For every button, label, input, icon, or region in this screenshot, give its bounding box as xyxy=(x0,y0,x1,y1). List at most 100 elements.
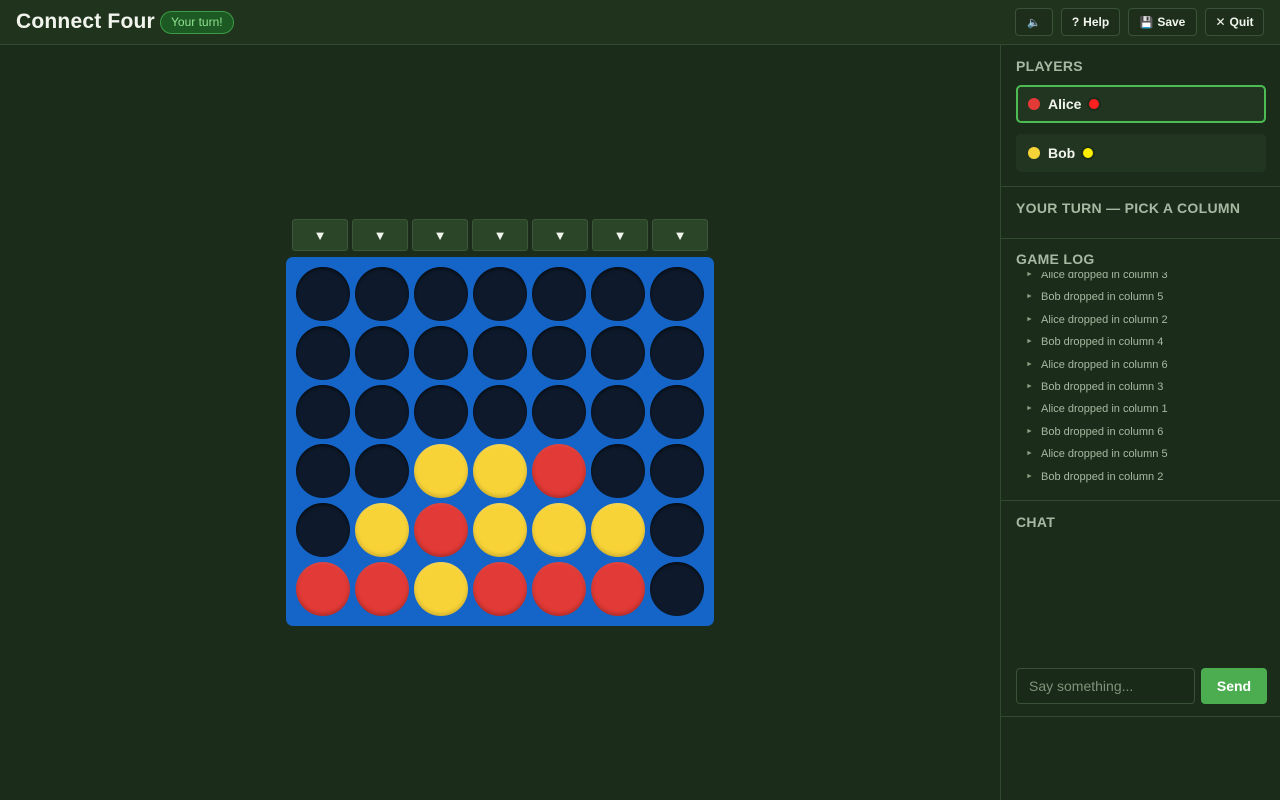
empty-slot xyxy=(591,267,645,321)
yellow-disc xyxy=(591,503,645,557)
log-entry-text: Alice dropped in column 6 xyxy=(1041,358,1168,371)
red-disc xyxy=(296,562,350,616)
app-title: Connect Four xyxy=(16,10,155,33)
yellow-disc xyxy=(532,503,586,557)
red-disc xyxy=(532,562,586,616)
close-icon: ✕ xyxy=(1215,15,1226,29)
red-disc xyxy=(532,444,586,498)
empty-slot xyxy=(473,267,527,321)
empty-slot xyxy=(650,326,704,380)
log-entry-text: Bob dropped in column 3 xyxy=(1041,380,1164,393)
quit-label: Quit xyxy=(1229,15,1254,29)
player-disc-icon xyxy=(1081,146,1096,160)
empty-slot xyxy=(414,326,468,380)
drop-column-7-button[interactable]: ▼ xyxy=(652,219,708,251)
log-entry-text: Bob dropped in column 5 xyxy=(1041,291,1164,304)
empty-slot xyxy=(532,326,586,380)
player-card-bob: Bob xyxy=(1016,134,1266,172)
log-entry: ► Bob dropped in column 3 xyxy=(1016,376,1266,398)
yellow-disc xyxy=(473,444,527,498)
empty-slot xyxy=(591,444,645,498)
help-label: Help xyxy=(1083,15,1110,29)
down-arrow-icon: ▼ xyxy=(373,227,387,243)
drop-column-4-button[interactable]: ▼ xyxy=(472,219,528,251)
down-arrow-icon: ▼ xyxy=(493,227,507,243)
chat-input[interactable] xyxy=(1016,668,1195,704)
top-bar: Connect Four Your turn! 🔈 ? Help 💾 Save … xyxy=(0,0,1280,45)
player-card-alice: Alice xyxy=(1016,85,1266,123)
send-button[interactable]: Send xyxy=(1201,668,1267,704)
log-entry: ► Alice dropped in column 5 xyxy=(1016,443,1266,465)
yellow-disc xyxy=(355,503,409,557)
drop-column-1-button[interactable]: ▼ xyxy=(292,219,348,251)
game-board xyxy=(286,257,714,626)
log-entry: ► Bob dropped in column 4 xyxy=(1016,331,1266,353)
save-label: Save xyxy=(1157,15,1186,29)
drop-column-5-button[interactable]: ▼ xyxy=(532,219,588,251)
down-arrow-icon: ▼ xyxy=(553,227,567,243)
bullet-icon: ► xyxy=(1026,405,1033,413)
players-title: PLAYERS xyxy=(1016,58,1083,74)
help-button[interactable]: ? Help xyxy=(1061,8,1120,36)
red-disc xyxy=(414,503,468,557)
empty-slot xyxy=(473,385,527,439)
red-disc xyxy=(355,562,409,616)
empty-slot xyxy=(296,267,350,321)
log-entry: ► Bob dropped in column 5 xyxy=(1016,286,1266,308)
log-entry: ► Bob dropped in column 2 xyxy=(1016,466,1266,488)
game-log-list: ► Alice dropped in column 3 ► Bob dropped i… xyxy=(1016,272,1266,488)
player-name: Bob xyxy=(1048,145,1076,161)
empty-slot xyxy=(355,267,409,321)
empty-slot xyxy=(532,385,586,439)
divider xyxy=(1001,500,1280,501)
log-entry-text: Bob dropped in column 2 xyxy=(1041,470,1164,483)
save-button[interactable]: 💾 Save xyxy=(1128,8,1197,36)
drop-column-2-button[interactable]: ▼ xyxy=(352,219,408,251)
bullet-icon: ► xyxy=(1026,382,1033,390)
empty-slot xyxy=(355,385,409,439)
red-disc xyxy=(473,562,527,616)
empty-slot xyxy=(591,326,645,380)
empty-slot xyxy=(650,385,704,439)
bullet-icon: ► xyxy=(1026,360,1033,368)
empty-slot xyxy=(414,267,468,321)
turn-status: YOUR TURN — PICK A COLUMN xyxy=(1016,200,1241,216)
down-arrow-icon: ▼ xyxy=(433,227,447,243)
log-entry: ► Alice dropped in column 1 xyxy=(1016,398,1266,420)
empty-slot xyxy=(650,444,704,498)
sound-button[interactable]: 🔈 xyxy=(1015,8,1053,36)
empty-slot xyxy=(355,444,409,498)
drop-column-3-button[interactable]: ▼ xyxy=(412,219,468,251)
log-entry-text: Bob dropped in column 4 xyxy=(1041,336,1164,349)
empty-slot xyxy=(355,326,409,380)
player-name: Alice xyxy=(1048,96,1082,112)
empty-slot xyxy=(473,326,527,380)
quit-button[interactable]: ✕ Quit xyxy=(1205,8,1264,36)
bullet-icon: ► xyxy=(1026,272,1033,278)
empty-slot xyxy=(532,267,586,321)
yellow-disc xyxy=(473,503,527,557)
speaker-icon: 🔈 xyxy=(1027,16,1041,29)
sidebar: PLAYERS Alice Bob YOUR TURN — PICK A COL… xyxy=(1000,45,1280,800)
game-log-title: GAME LOG xyxy=(1016,251,1095,267)
log-entry-text: Alice dropped in column 1 xyxy=(1041,403,1168,416)
empty-slot xyxy=(650,267,704,321)
log-entry-text: Alice dropped in column 5 xyxy=(1041,448,1168,461)
empty-slot xyxy=(414,385,468,439)
log-entry: ► Alice dropped in column 3 xyxy=(1016,272,1266,286)
game-log[interactable]: ► Alice dropped in column 3 ► Bob dropped i… xyxy=(1016,272,1266,497)
log-entry-text: Alice dropped in column 3 xyxy=(1041,272,1168,281)
log-entry-text: Alice dropped in column 2 xyxy=(1041,313,1168,326)
turn-badge: Your turn! xyxy=(160,11,234,34)
player-color-dot xyxy=(1028,98,1040,110)
yellow-disc xyxy=(414,562,468,616)
empty-slot xyxy=(296,326,350,380)
divider xyxy=(1001,716,1280,717)
bullet-icon: ► xyxy=(1026,427,1033,435)
bullet-icon: ► xyxy=(1026,472,1033,480)
player-color-dot xyxy=(1028,147,1040,159)
log-entry: ► Alice dropped in column 6 xyxy=(1016,354,1266,376)
red-disc xyxy=(591,562,645,616)
drop-column-6-button[interactable]: ▼ xyxy=(592,219,648,251)
down-arrow-icon: ▼ xyxy=(613,227,627,243)
